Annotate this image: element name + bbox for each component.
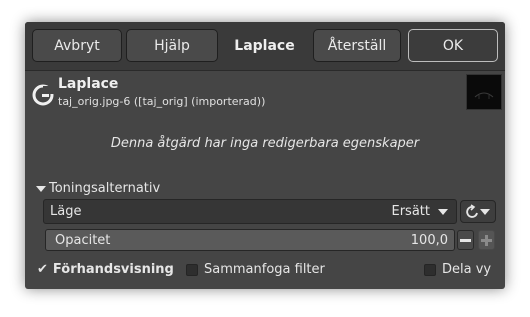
ok-button[interactable]: OK bbox=[408, 29, 498, 62]
reset-arrow-icon bbox=[466, 204, 478, 218]
minus-icon bbox=[460, 238, 471, 242]
image-thumbnail bbox=[466, 74, 502, 110]
reset-button[interactable]: Återställ bbox=[313, 29, 401, 62]
checkbox-box bbox=[186, 263, 198, 276]
blending-options-expander[interactable]: Toningsalternativ bbox=[36, 181, 160, 196]
help-button[interactable]: Hjälp bbox=[126, 29, 218, 62]
mode-label: Läge bbox=[50, 204, 82, 219]
chevron-down-icon bbox=[480, 209, 490, 215]
operation-source: taj_orig.jpg-6 ([taj_orig] (importerad)) bbox=[58, 95, 266, 108]
expander-label: Toningsalternativ bbox=[49, 181, 161, 196]
checkmark-icon: ✔ bbox=[37, 262, 48, 277]
no-properties-message: Denna åtgärd har inga redigerbara egensk… bbox=[110, 136, 420, 151]
plus-icon bbox=[481, 234, 492, 246]
header-bar: Avbryt Hjälp Laplace Återställ OK bbox=[25, 22, 505, 71]
merge-filter-checkbox[interactable]: Sammanfoga filter bbox=[186, 262, 325, 277]
merge-filter-label: Sammanfoga filter bbox=[204, 262, 325, 277]
opacity-increase-button[interactable] bbox=[478, 230, 495, 250]
opacity-value: 100,0 bbox=[410, 233, 448, 248]
mode-value: Ersätt bbox=[391, 204, 431, 219]
opacity-decrease-button[interactable] bbox=[457, 230, 474, 250]
dialog-title: Laplace bbox=[234, 37, 295, 54]
thumbnail-preview-icon bbox=[474, 92, 494, 99]
split-view-checkbox[interactable]: Dela vy bbox=[424, 262, 491, 277]
laplace-dialog: Avbryt Hjälp Laplace Återställ OK Laplac… bbox=[25, 22, 505, 289]
preview-label: Förhandsvisning bbox=[52, 262, 174, 277]
cancel-button[interactable]: Avbryt bbox=[32, 29, 122, 62]
mode-combo[interactable]: Läge Ersätt bbox=[43, 199, 457, 224]
checkbox-box bbox=[424, 263, 436, 276]
opacity-slider[interactable]: Opacitet 100,0 bbox=[45, 229, 455, 251]
operation-title: Laplace bbox=[58, 76, 119, 92]
split-view-label: Dela vy bbox=[442, 262, 492, 277]
preview-checkbox[interactable]: ✔ Förhandsvisning bbox=[37, 262, 174, 277]
expander-arrow-icon bbox=[36, 185, 46, 192]
composite-mode-button[interactable] bbox=[460, 200, 496, 223]
chevron-down-icon bbox=[438, 209, 448, 215]
gimp-logo-icon bbox=[32, 84, 54, 106]
opacity-label: Opacitet bbox=[55, 233, 111, 248]
